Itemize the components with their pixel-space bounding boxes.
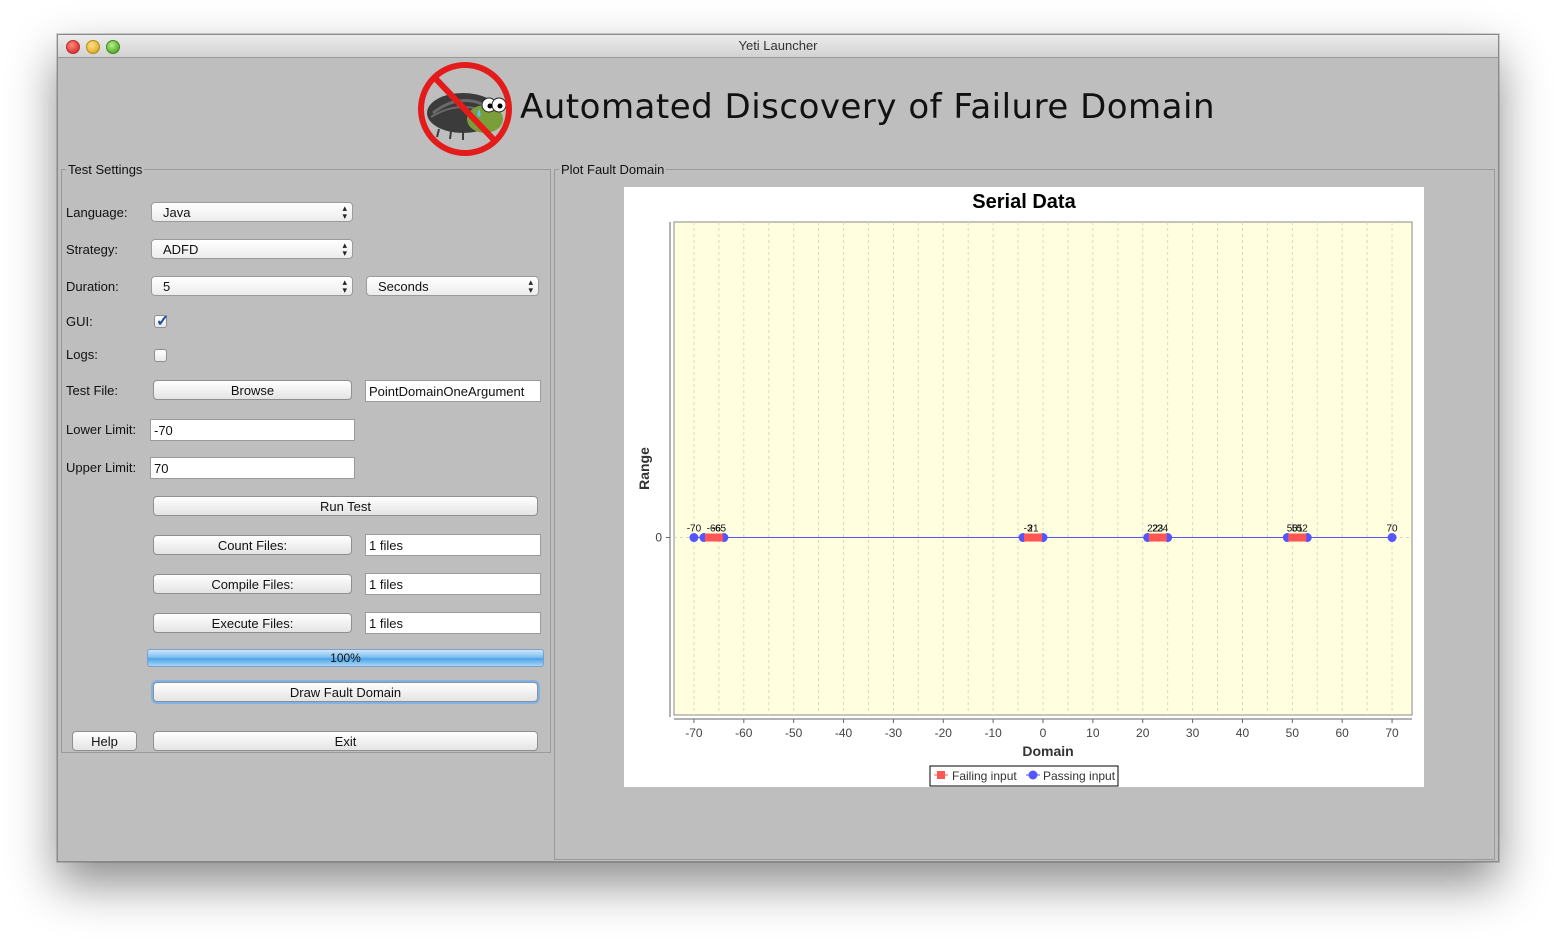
upper-limit-label: Upper Limit: [66, 460, 137, 475]
run-test-button[interactable]: Run Test [153, 496, 538, 516]
progress-text: 100% [330, 651, 361, 665]
draw-fault-domain-button[interactable]: Draw Fault Domain [153, 682, 538, 702]
y-tick-label: 0 [655, 531, 662, 545]
page-title: Automated Discovery of Failure Domain [520, 87, 1215, 127]
logs-label: Logs: [66, 347, 98, 362]
point-label: 52 [1297, 524, 1309, 535]
execute-files-button[interactable]: Execute Files: [153, 613, 352, 633]
gui-label: GUI: [66, 314, 93, 329]
x-tick-label: -40 [835, 726, 853, 740]
point-label: -65 [712, 524, 727, 535]
count-files-button[interactable]: Count Files: [153, 535, 352, 555]
x-tick-label: -10 [984, 726, 1002, 740]
updown-arrows-icon: ▴ ▾ [528, 277, 533, 295]
window-title: Yeti Launcher [738, 38, 818, 53]
x-tick-label: 20 [1136, 726, 1150, 740]
x-tick-label: 50 [1286, 726, 1300, 740]
x-tick-label: 0 [1040, 726, 1047, 740]
legend-passing-label: Passing input [1043, 769, 1116, 783]
chart-svg: Serial Data -70 -60 -50 -40 -30 -20 -10 0 10 20 30 4… [636, 191, 1413, 787]
legend-failing-marker [937, 771, 945, 779]
minimize-window-icon[interactable] [86, 40, 100, 54]
x-tick-label: -20 [935, 726, 953, 740]
checkmark-icon: ✓ [156, 313, 170, 330]
point-label: 24 [1157, 524, 1169, 535]
x-tick-label: -70 [685, 726, 703, 740]
failing-point [1298, 533, 1307, 542]
strategy-select[interactable]: ADFD ▴ ▾ [151, 239, 353, 259]
test-file-label: Test File: [66, 383, 119, 398]
duration-unit-select[interactable]: Seconds ▴ ▾ [366, 276, 539, 296]
duration-label: Duration: [66, 279, 119, 294]
updown-arrows-icon: ▴ ▾ [342, 203, 347, 221]
logs-checkbox[interactable]: ✓ [154, 349, 167, 362]
updown-arrows-icon: ▴ ▾ [342, 277, 347, 295]
x-tick-label: 10 [1086, 726, 1100, 740]
x-axis-label: Domain [1022, 743, 1073, 759]
x-tick-label: 40 [1236, 726, 1250, 740]
lower-limit-label: Lower Limit: [66, 422, 137, 437]
plot-fault-domain-legend: Plot Fault Domain [561, 162, 665, 177]
app-window: Yeti Launcher Automated Discovery of Fai… [57, 34, 1499, 862]
duration-select[interactable]: 5 ▴ ▾ [151, 276, 353, 296]
close-window-icon[interactable] [66, 40, 80, 54]
point-label: -70 [687, 524, 702, 535]
test-file-field[interactable]: PointDomainOneArgument [365, 380, 541, 402]
execute-files-field[interactable]: 1 files [365, 612, 541, 634]
x-tick-label: 60 [1336, 726, 1350, 740]
count-files-field[interactable]: 1 files [365, 534, 541, 556]
legend-passing-marker [1028, 770, 1038, 780]
x-tick-label: -60 [735, 726, 753, 740]
x-tick-label: -30 [885, 726, 903, 740]
compile-files-button[interactable]: Compile Files: [153, 574, 352, 594]
point-label: 21 [1027, 524, 1039, 535]
gui-checkbox[interactable]: ✓ [154, 313, 169, 330]
browse-button[interactable]: Browse [153, 380, 352, 400]
test-settings-panel: Test Settings Language: Java ▴ ▾ Strategy… [61, 162, 551, 753]
duration-select-value: 5 [163, 279, 171, 294]
chart-title: Serial Data [972, 191, 1076, 213]
failing-point [1034, 533, 1043, 542]
failing-point [714, 533, 723, 542]
updown-arrows-icon: ▴ ▾ [342, 240, 347, 258]
strategy-select-value: ADFD [163, 242, 199, 257]
legend-failing-label: Failing input [952, 769, 1017, 783]
progress-bar: 100% [147, 649, 544, 667]
duration-unit-value: Seconds [378, 279, 429, 294]
help-button[interactable]: Help [72, 731, 137, 751]
x-tick-label: 70 [1385, 726, 1399, 740]
compile-files-field[interactable]: 1 files [365, 573, 541, 595]
failing-point [1158, 533, 1167, 542]
fault-domain-chart: Serial Data -70 -60 -50 -40 -30 -20 -10 0 10 20 30 4… [624, 187, 1424, 787]
x-tick-label: 30 [1186, 726, 1200, 740]
exit-button[interactable]: Exit [153, 731, 538, 751]
point-label: 70 [1386, 524, 1398, 535]
language-select[interactable]: Java ▴ ▾ [151, 202, 353, 222]
upper-limit-field[interactable]: 70 [150, 457, 355, 479]
lower-limit-field[interactable]: -70 [150, 419, 355, 441]
no-bug-logo-icon [418, 62, 512, 156]
zoom-window-icon[interactable] [106, 40, 120, 54]
strategy-label: Strategy: [66, 242, 119, 257]
title-bar: Yeti Launcher [58, 35, 1498, 58]
x-tick-label: -50 [785, 726, 803, 740]
language-select-value: Java [163, 205, 191, 220]
y-axis-label: Range [636, 447, 652, 490]
language-label: Language: [66, 205, 128, 220]
test-settings-legend: Test Settings [68, 162, 143, 177]
